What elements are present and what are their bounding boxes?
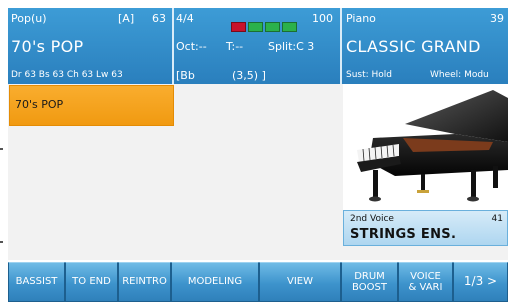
style-slot-selected[interactable]: 70's POP (9, 85, 174, 126)
voice-bank: Piano (346, 12, 376, 25)
voice-vari-button[interactable]: VOICE & VARI (398, 262, 453, 302)
beat-led-red (231, 22, 246, 32)
beat-led-green (282, 22, 297, 32)
margin-mark (0, 148, 3, 150)
beat-led-green (248, 22, 263, 32)
style-number: 63 (152, 12, 166, 25)
style-slot-label: 70's POP (15, 98, 64, 111)
margin-mark (0, 241, 3, 243)
to-end-button[interactable]: TO END (65, 262, 118, 302)
chord-display: [Bb (176, 69, 195, 82)
second-voice-panel[interactable]: 2nd Voice 41 STRINGS ENS. (343, 210, 508, 246)
voice-number: 39 (490, 12, 504, 25)
style-bank: Pop(u) (11, 12, 47, 25)
voice-image-panel[interactable] (343, 84, 508, 210)
split-point: Split:C 3 (268, 40, 315, 53)
transpose-value: T:-- (226, 40, 244, 53)
tempo-value: 100 (312, 12, 333, 25)
performance-section[interactable]: 4/4 100 Oct:-- T:-- Split:C 3 [Bb (3,5) … (174, 8, 340, 84)
style-params: Dr 63 Bs 63 Ch 63 Lw 63 (11, 70, 123, 80)
sustain-status: Sust: Hold (346, 70, 393, 80)
drum-boost-button[interactable]: DRUM BOOST (341, 262, 398, 302)
second-voice-number: 41 (491, 214, 503, 224)
page-next-button[interactable]: 1/3 > (453, 262, 508, 302)
soft-button-bar: BASSIST TO END REINTRO MODELING VIEW DRU… (8, 262, 508, 302)
left-margin (0, 0, 8, 302)
grand-piano-icon (357, 90, 508, 202)
style-name: 70's POP (11, 37, 84, 56)
beat-meter (231, 22, 297, 32)
chord-position: (3,5) ] (232, 69, 266, 82)
beat-led-green (265, 22, 280, 32)
view-button[interactable]: VIEW (259, 262, 341, 302)
main-area: 70's POP 2nd Voice 41 STRINGS ENS. (8, 84, 508, 260)
second-voice-caption: 2nd Voice (350, 214, 394, 224)
wheel-status: Wheel: Modu (430, 70, 489, 80)
reintro-button[interactable]: REINTRO (118, 262, 171, 302)
variation-indicator: [A] (118, 12, 135, 25)
second-voice-name: STRINGS ENS. (350, 227, 457, 242)
octave-value: Oct:-- (176, 40, 207, 53)
voice-name: CLASSIC GRAND (346, 37, 481, 56)
status-header: Pop(u) [A] 63 70's POP Dr 63 Bs 63 Ch 63… (8, 8, 508, 84)
time-signature: 4/4 (176, 12, 194, 25)
style-section[interactable]: Pop(u) [A] 63 70's POP Dr 63 Bs 63 Ch 63… (8, 8, 172, 84)
modeling-button[interactable]: MODELING (171, 262, 259, 302)
voice-section[interactable]: Piano 39 CLASSIC GRAND Sust: Hold Wheel:… (342, 8, 508, 84)
bassist-button[interactable]: BASSIST (8, 262, 65, 302)
